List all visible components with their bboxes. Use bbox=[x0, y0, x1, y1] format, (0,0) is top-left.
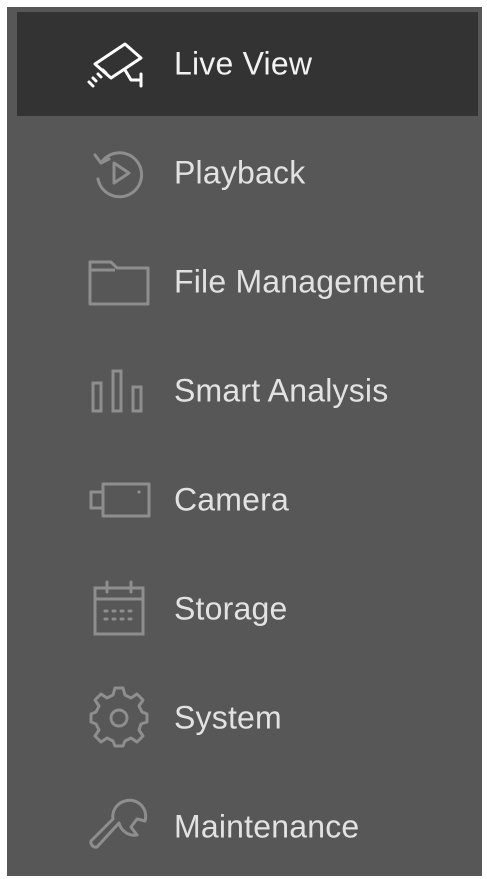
sidebar-item-label: Smart Analysis bbox=[174, 372, 389, 409]
playback-icon bbox=[85, 139, 153, 207]
sidebar-item-live-view[interactable]: Live View bbox=[17, 12, 478, 116]
bar-chart-icon bbox=[85, 357, 153, 425]
sidebar-item-label: Storage bbox=[174, 590, 288, 627]
sidebar-item-system[interactable]: System bbox=[17, 666, 478, 770]
sidebar-item-label: Live View bbox=[174, 45, 313, 82]
sidebar-item-storage[interactable]: Storage bbox=[17, 557, 478, 661]
app-frame: Live View Playback File Management Smart… bbox=[0, 0, 487, 876]
sidebar-item-maintenance[interactable]: Maintenance bbox=[17, 775, 478, 879]
camera-icon bbox=[85, 466, 153, 534]
sidebar-item-file-management[interactable]: File Management bbox=[17, 230, 478, 334]
sidebar-item-label: Maintenance bbox=[174, 808, 360, 845]
gear-icon bbox=[85, 684, 153, 752]
sidebar-nav: Live View Playback File Management Smart… bbox=[7, 7, 482, 876]
calendar-storage-icon bbox=[85, 575, 153, 643]
folder-icon bbox=[85, 248, 153, 316]
sidebar-item-label: Playback bbox=[174, 154, 306, 191]
sidebar-item-label: System bbox=[174, 699, 282, 736]
sidebar-item-label: File Management bbox=[174, 263, 425, 300]
wrench-icon bbox=[85, 793, 153, 861]
cctv-camera-icon bbox=[85, 30, 153, 98]
sidebar-item-playback[interactable]: Playback bbox=[17, 121, 478, 225]
sidebar-item-camera[interactable]: Camera bbox=[17, 448, 478, 552]
sidebar-item-smart-analysis[interactable]: Smart Analysis bbox=[17, 339, 478, 443]
sidebar-item-label: Camera bbox=[174, 481, 290, 518]
